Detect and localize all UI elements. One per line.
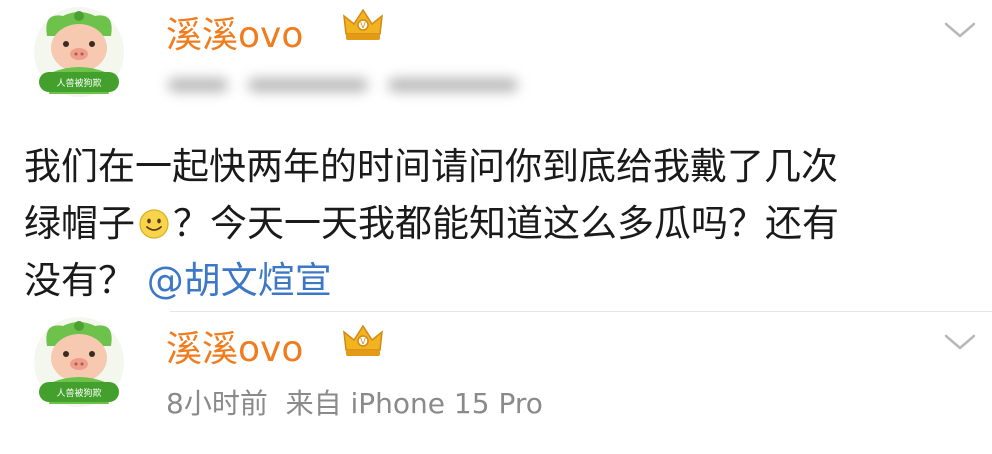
- avatar[interactable]: 人兽被狗欺: [33, 316, 125, 408]
- mention-link[interactable]: @胡文煊宣: [147, 259, 332, 302]
- chevron-down-icon[interactable]: [940, 18, 980, 42]
- content-line: 没有？: [24, 259, 135, 302]
- username[interactable]: 溪溪ovo: [166, 320, 303, 372]
- content-line: ？今天一天我都能知道这么多瓜吗？还有: [173, 202, 839, 245]
- avatar[interactable]: 人兽被狗欺: [33, 6, 125, 98]
- avatar-badge-text: 人兽被狗欺: [56, 387, 101, 399]
- post-card: 人兽被狗欺 溪溪ovo 我们在一起快两年的时间请问你到底给我戴了几次 绿帽子 ？…: [0, 0, 992, 312]
- crown-icon: [343, 325, 383, 357]
- crown-icon: [343, 9, 383, 41]
- content-line: 绿帽子: [24, 202, 135, 245]
- content-line: 我们在一起快两年的时间请问你到底给我戴了几次: [24, 145, 838, 188]
- username[interactable]: 溪溪ovo: [166, 6, 303, 58]
- post-content: 我们在一起快两年的时间请问你到底给我戴了几次 绿帽子 ？今天一天我都能知道这么多…: [24, 138, 979, 309]
- smile-emoji-icon: [139, 209, 169, 239]
- post-card: 人兽被狗欺 溪溪ovo 8小时前 来自 iPhone 15 Pro: [0, 312, 992, 454]
- avatar-badge-text: 人兽被狗欺: [56, 77, 101, 89]
- post-meta: 8小时前 来自 iPhone 15 Pro: [166, 387, 543, 420]
- chevron-down-icon[interactable]: [940, 330, 980, 354]
- blurred-meta: [168, 70, 528, 100]
